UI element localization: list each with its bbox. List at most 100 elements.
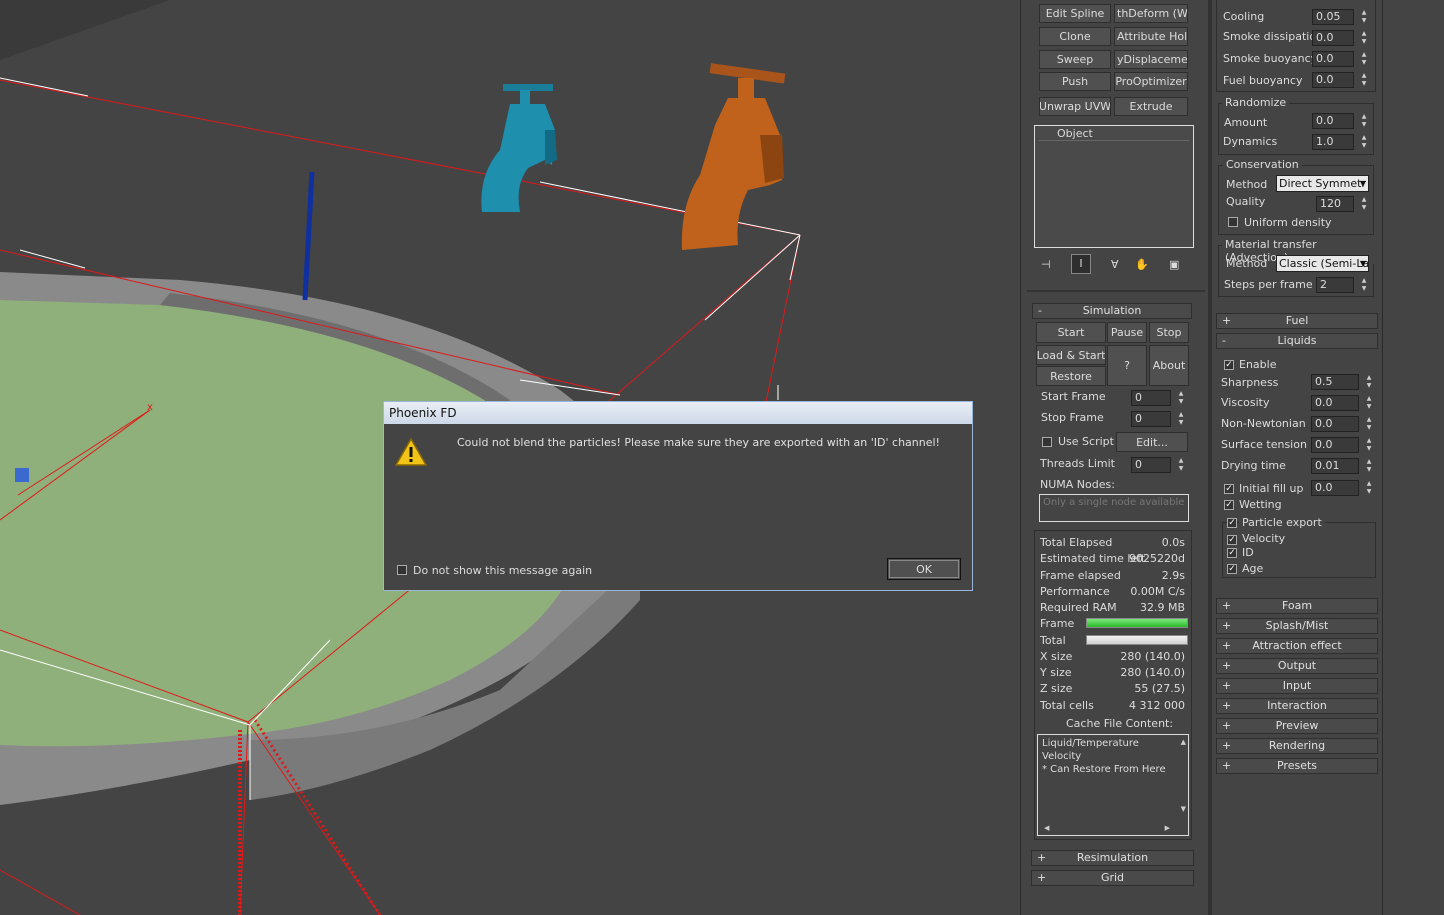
stack-item-object[interactable]: Object xyxy=(1039,128,1189,141)
cache-line: * Can Restore From Here xyxy=(1042,764,1166,775)
scroll-down-icon[interactable]: ▼ xyxy=(1181,805,1186,813)
restore-button[interactable]: Restore xyxy=(1036,366,1106,386)
foam-rollout-header[interactable]: + Foam xyxy=(1216,598,1378,614)
viscosity-spinner[interactable]: ▲ ▼ xyxy=(1364,395,1374,411)
about-button[interactable]: About xyxy=(1149,345,1189,386)
stop-frame-input[interactable]: 0 xyxy=(1131,411,1171,427)
steps-per-frame-spinner[interactable]: ▲ ▼ xyxy=(1359,277,1369,293)
cooling-spinner[interactable]: ▲ ▼ xyxy=(1359,9,1369,25)
dynamics-spinner[interactable]: ▲ ▼ xyxy=(1359,134,1369,150)
pause-button[interactable]: Pause xyxy=(1107,322,1147,343)
remove-modifier-icon[interactable]: ✋ xyxy=(1135,258,1149,271)
smoke-dissipation-spinner[interactable]: ▲ ▼ xyxy=(1359,30,1369,46)
required-ram-label: Required RAM xyxy=(1040,601,1117,614)
velocity-export-checkbox[interactable]: ✓ xyxy=(1227,535,1237,545)
edit-script-button[interactable]: Edit... xyxy=(1116,432,1188,452)
dialog-title[interactable]: Phoenix FD xyxy=(384,402,972,424)
smoke-buoyancy-spinner[interactable]: ▲ ▼ xyxy=(1359,51,1369,67)
faucet-orange xyxy=(681,63,786,250)
ok-button[interactable]: OK xyxy=(887,558,961,580)
prooptimizer-button[interactable]: ProOptimizer xyxy=(1114,72,1188,91)
unwrap-uvw-button[interactable]: Unwrap UVW xyxy=(1039,97,1111,116)
interaction-rollout-header[interactable]: + Interaction xyxy=(1216,698,1378,714)
wetting-checkbox[interactable]: ✓ xyxy=(1224,500,1234,510)
amount-spinner[interactable]: ▲ ▼ xyxy=(1359,113,1369,129)
simulation-rollout-header[interactable]: - Simulation xyxy=(1032,303,1192,319)
sharpness-input[interactable]: 0.5 xyxy=(1311,374,1359,390)
show-end-result-icon[interactable]: I xyxy=(1071,254,1091,274)
splash-mist-rollout-header[interactable]: + Splash/Mist xyxy=(1216,618,1378,634)
initial-fill-spinner[interactable]: ▲ ▼ xyxy=(1364,480,1374,496)
stop-frame-spinner[interactable]: ▲ ▼ xyxy=(1176,411,1186,427)
start-frame-input[interactable]: 0 xyxy=(1131,390,1171,406)
attribute-holder-button[interactable]: Attribute Holde xyxy=(1114,27,1188,46)
quality-input[interactable]: 120 xyxy=(1316,196,1354,212)
load-start-button[interactable]: Load & Start xyxy=(1036,345,1106,365)
pin-stack-icon[interactable]: ⊣ xyxy=(1041,258,1051,271)
edit-spline-button[interactable]: Edit Spline xyxy=(1039,4,1111,23)
drying-time-spinner[interactable]: ▲ ▼ xyxy=(1364,458,1374,474)
threads-limit-input[interactable]: 0 xyxy=(1131,457,1171,473)
numa-nodes-list[interactable]: Only a single node available xyxy=(1039,494,1189,522)
attraction-effect-rollout-header[interactable]: + Attraction effect xyxy=(1216,638,1378,654)
age-export-checkbox[interactable]: ✓ xyxy=(1227,564,1237,574)
liquids-rollout-header[interactable]: - Liquids xyxy=(1216,333,1378,349)
output-rollout-header[interactable]: + Output xyxy=(1216,658,1378,674)
path-deform-button[interactable]: thDeform (WSI xyxy=(1114,4,1188,23)
scroll-up-icon[interactable]: ▲ xyxy=(1181,738,1186,746)
sweep-button[interactable]: Sweep xyxy=(1039,50,1111,69)
make-unique-icon[interactable]: ∀ xyxy=(1111,258,1119,271)
start-button[interactable]: Start xyxy=(1036,322,1106,343)
cache-content-list[interactable]: Liquid/Temperature Velocity * Can Restor… xyxy=(1037,734,1189,836)
total-progress-bar xyxy=(1086,635,1188,645)
modifier-stack[interactable]: Object xyxy=(1034,125,1194,248)
non-newtonian-input[interactable]: 0.0 xyxy=(1311,416,1359,432)
gizmo-icon xyxy=(15,468,29,482)
advection-method-dropdown[interactable]: Classic (Semi-La ▼ xyxy=(1276,255,1369,272)
particle-export-checkbox[interactable]: ✓ xyxy=(1227,518,1237,528)
rendering-rollout-header[interactable]: + Rendering xyxy=(1216,738,1378,754)
stop-button[interactable]: Stop xyxy=(1149,322,1189,343)
sharpness-spinner[interactable]: ▲ ▼ xyxy=(1364,374,1374,390)
uniform-density-checkbox[interactable] xyxy=(1228,217,1238,227)
push-button[interactable]: Push xyxy=(1039,72,1111,91)
cooling-input[interactable]: 0.05 xyxy=(1312,9,1354,25)
drying-time-input[interactable]: 0.01 xyxy=(1311,458,1359,474)
grid-rollout-header[interactable]: + Grid xyxy=(1031,870,1194,886)
scroll-left-icon[interactable]: ◀ xyxy=(1044,824,1049,832)
dont-show-again-checkbox[interactable] xyxy=(397,565,407,575)
steps-per-frame-input[interactable]: 2 xyxy=(1316,277,1354,293)
dynamics-input[interactable]: 1.0 xyxy=(1312,134,1354,150)
enable-liquids-checkbox[interactable]: ✓ xyxy=(1224,360,1234,370)
viscosity-input[interactable]: 0.0 xyxy=(1311,395,1359,411)
configure-sets-icon[interactable]: ▣ xyxy=(1169,258,1179,271)
smoke-buoyancy-input[interactable]: 0.0 xyxy=(1312,51,1354,67)
initial-fill-input[interactable]: 0.0 xyxy=(1311,480,1359,496)
start-frame-spinner[interactable]: ▲ ▼ xyxy=(1176,390,1186,406)
scroll-right-icon[interactable]: ▶ xyxy=(1165,824,1170,832)
smoke-dissipation-input[interactable]: 0.0 xyxy=(1312,30,1354,46)
fuel-buoyancy-input[interactable]: 0.0 xyxy=(1312,72,1354,88)
conservation-method-dropdown[interactable]: Direct Symmetr ▼ xyxy=(1276,175,1369,192)
help-button[interactable]: ? xyxy=(1107,345,1147,386)
threads-limit-spinner[interactable]: ▲ ▼ xyxy=(1176,457,1186,473)
use-script-checkbox[interactable] xyxy=(1042,437,1052,447)
amount-input[interactable]: 0.0 xyxy=(1312,113,1354,129)
displacement-button[interactable]: yDisplacement xyxy=(1114,50,1188,69)
surface-tension-spinner[interactable]: ▲ ▼ xyxy=(1364,437,1374,453)
fuel-rollout-header[interactable]: + Fuel xyxy=(1216,313,1378,329)
preview-rollout-header[interactable]: + Preview xyxy=(1216,718,1378,734)
initial-fill-checkbox[interactable]: ✓ xyxy=(1224,484,1234,494)
fuel-buoyancy-spinner[interactable]: ▲ ▼ xyxy=(1359,72,1369,88)
non-newtonian-spinner[interactable]: ▲ ▼ xyxy=(1364,416,1374,432)
id-export-checkbox[interactable]: ✓ xyxy=(1227,548,1237,558)
clone-button[interactable]: Clone xyxy=(1039,27,1111,46)
quality-spinner[interactable]: ▲ ▼ xyxy=(1359,196,1369,212)
input-rollout-header[interactable]: + Input xyxy=(1216,678,1378,694)
resimulation-rollout-header[interactable]: + Resimulation xyxy=(1031,850,1194,866)
id-export-label: ID xyxy=(1242,546,1254,559)
presets-rollout-header[interactable]: + Presets xyxy=(1216,758,1378,774)
frame-progress-bar xyxy=(1086,618,1188,628)
surface-tension-input[interactable]: 0.0 xyxy=(1311,437,1359,453)
extrude-button[interactable]: Extrude xyxy=(1114,97,1188,116)
